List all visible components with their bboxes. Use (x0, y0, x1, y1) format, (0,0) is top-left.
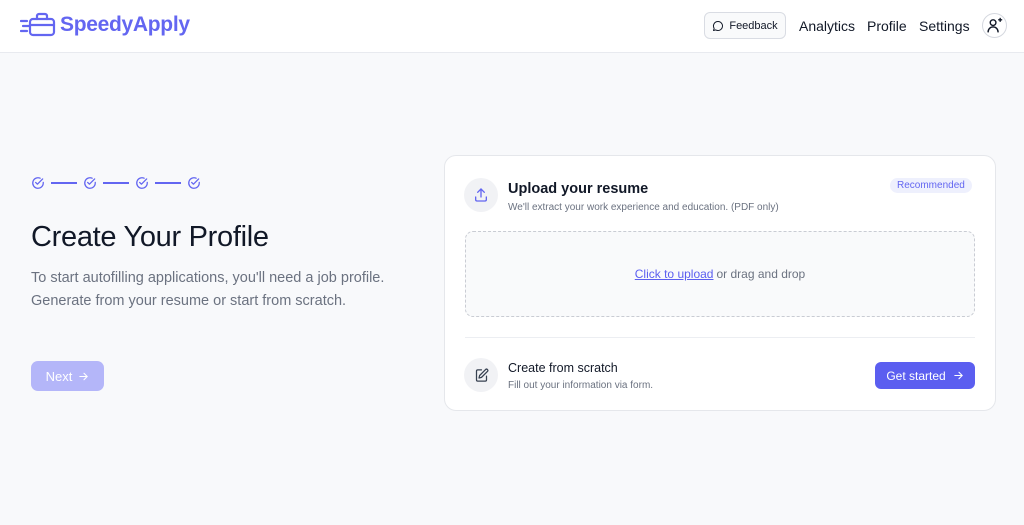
next-label: Next (45, 368, 73, 384)
next-button[interactable]: Next (31, 361, 104, 391)
upload-icon-container (464, 178, 498, 212)
edit-document-icon (475, 368, 488, 382)
arrow-right-icon (79, 372, 89, 380)
nav-analytics[interactable]: Analytics (799, 18, 855, 34)
arrow-right-icon (953, 371, 963, 380)
user-plus-icon (987, 17, 1003, 33)
check-circle-icon (188, 177, 200, 189)
drag-drop-text: or drag and drop (716, 267, 806, 281)
profile-options-card: Upload your resume We'll extract your wo… (444, 155, 996, 411)
recommended-badge: Recommended (890, 178, 972, 193)
resume-dropzone[interactable]: Click to upload or drag and drop (465, 231, 975, 317)
app-logo[interactable]: SpeedyApply (20, 12, 190, 38)
nav-settings[interactable]: Settings (919, 18, 970, 34)
description-line-1: To start autofilling applications, you'l… (31, 270, 385, 286)
section-divider (465, 337, 975, 338)
feedback-label: Feedback (729, 19, 778, 32)
check-circle-icon (84, 177, 96, 189)
progress-stepper (31, 176, 201, 190)
edit-icon-container (464, 358, 498, 392)
upload-title: Upload your resume (508, 181, 649, 197)
step-connector (103, 182, 129, 184)
upload-subtitle: We'll extract your work experience and e… (508, 202, 779, 213)
click-to-upload-link[interactable]: Click to upload (635, 267, 714, 281)
page-description: To start autofilling applications, you'l… (31, 267, 431, 313)
description-line-2: Generate from your resume or start from … (31, 293, 347, 309)
scratch-title: Create from scratch (508, 361, 618, 375)
step-connector (51, 182, 77, 184)
briefcase-speed-icon (20, 12, 56, 37)
nav-profile[interactable]: Profile (867, 18, 907, 34)
app-name: SpeedyApply (60, 13, 190, 36)
check-circle-icon (136, 177, 148, 189)
page-title: Create Your Profile (31, 221, 269, 253)
top-header: SpeedyApply Feedback Analytics Profile S… (0, 0, 1024, 53)
upload-icon (475, 188, 487, 202)
account-button[interactable] (982, 13, 1007, 38)
check-circle-icon (32, 177, 44, 189)
feedback-button[interactable]: Feedback (704, 12, 786, 39)
get-started-label: Get started (886, 368, 946, 383)
chat-bubble-icon (713, 20, 724, 31)
scratch-subtitle: Fill out your information via form. (508, 380, 654, 391)
step-connector (155, 182, 181, 184)
get-started-button[interactable]: Get started (875, 362, 975, 389)
